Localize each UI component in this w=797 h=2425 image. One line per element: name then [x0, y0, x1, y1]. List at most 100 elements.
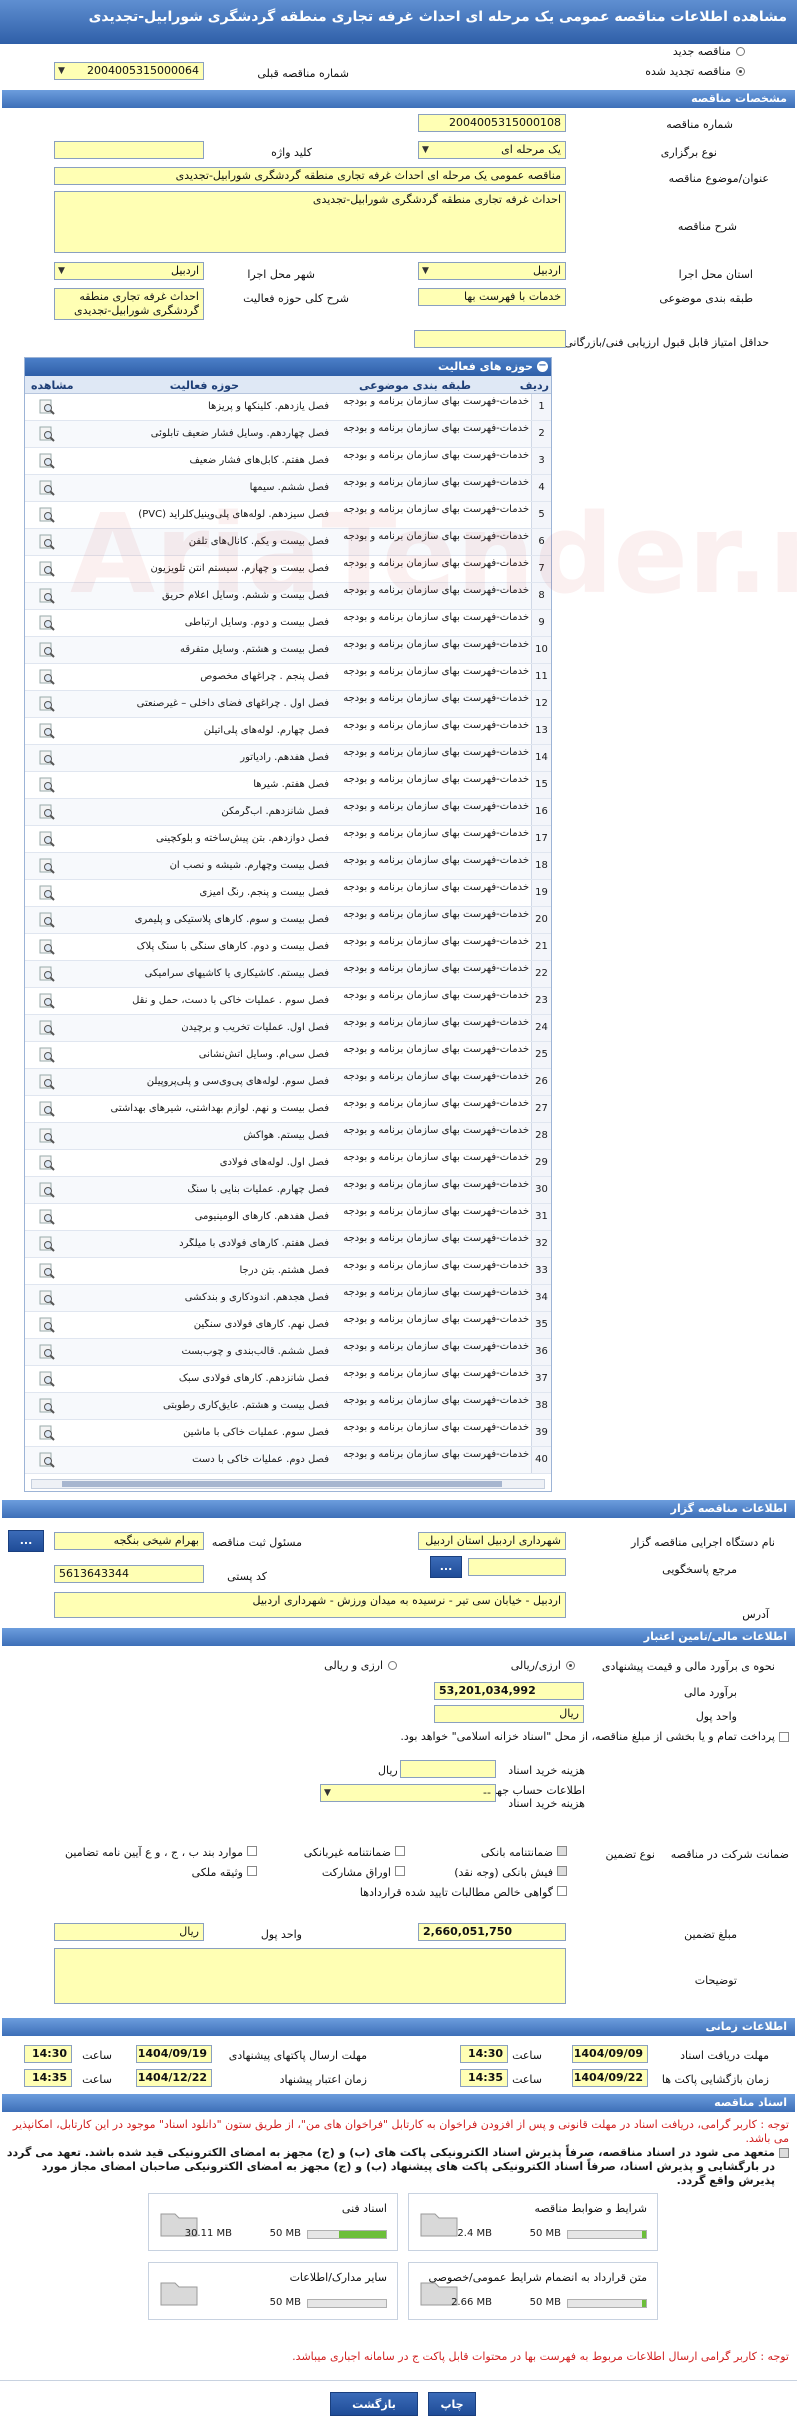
magnifier-icon[interactable]: [39, 885, 55, 901]
category-field[interactable]: خدمات با فهرست بها: [418, 288, 566, 306]
magnifier-icon[interactable]: [39, 1155, 55, 1171]
magnifier-icon[interactable]: [39, 696, 55, 712]
back-button[interactable]: بازگشت: [330, 2392, 418, 2416]
magnifier-icon[interactable]: [39, 1101, 55, 1117]
magnifier-icon[interactable]: [39, 1317, 55, 1333]
desc-field[interactable]: احداث غرفه تجاری منطقه گردشگری شورابیل-ت…: [54, 191, 566, 253]
g-cash-checkbox[interactable]: [557, 1866, 567, 1876]
magnifier-icon[interactable]: [39, 588, 55, 604]
notes-field[interactable]: [54, 1948, 566, 2004]
gamount-field[interactable]: 2,660,051,750: [418, 1923, 566, 1941]
treasury-checkbox[interactable]: [779, 1732, 789, 1742]
address-field[interactable]: اردبیل - خیابان سی تیر - نرسیده به میدان…: [54, 1592, 566, 1618]
g-bank-checkbox[interactable]: [557, 1846, 567, 1856]
magnifier-icon[interactable]: [39, 1344, 55, 1360]
unit-field[interactable]: ریال: [434, 1705, 584, 1723]
magnifier-icon[interactable]: [39, 453, 55, 469]
valid-date[interactable]: 1404/12/22: [136, 2069, 212, 2087]
send-time[interactable]: 14:30: [24, 2045, 72, 2063]
magnifier-icon[interactable]: [39, 1290, 55, 1306]
radio-rial[interactable]: ارزی/ریالی: [485, 1658, 575, 1674]
doc-fee-field[interactable]: [400, 1760, 496, 1778]
horizontal-scrollbar[interactable]: [31, 1479, 545, 1489]
magnifier-icon[interactable]: [39, 1047, 55, 1063]
radio-rial-icon[interactable]: [566, 1661, 575, 1670]
radio-fx[interactable]: ارزی و ریالی: [307, 1658, 397, 1674]
magnifier-icon[interactable]: [39, 426, 55, 442]
ref-more-button[interactable]: ...: [430, 1556, 462, 1578]
folder-icon: [420, 2213, 458, 2237]
magnifier-icon[interactable]: [39, 480, 55, 496]
magnifier-icon[interactable]: [39, 831, 55, 847]
min-score-field[interactable]: [414, 330, 566, 348]
prev-number-select[interactable]: 2004005315000064 ▼: [54, 62, 204, 80]
magnifier-icon[interactable]: [39, 1263, 55, 1279]
radio-new-tender[interactable]: مناقصه جدید: [625, 44, 745, 60]
file-card-technical[interactable]: اسناد فنی 50 MB 30.11 MB: [148, 2193, 398, 2251]
scope-field[interactable]: احداث غرفه تجاری منطقه گردشگری شورابیل-ت…: [54, 288, 204, 320]
collapse-icon[interactable]: −: [537, 361, 548, 372]
magnifier-icon[interactable]: [39, 1371, 55, 1387]
postal-field[interactable]: 5613643344: [54, 1565, 204, 1583]
magnifier-icon[interactable]: [39, 939, 55, 955]
radio-fx-icon[interactable]: [388, 1661, 397, 1670]
org-field[interactable]: شهرداری اردبیل استان اردبیل: [418, 1532, 566, 1550]
g-items-checkbox[interactable]: [247, 1846, 257, 1856]
magnifier-icon[interactable]: [39, 399, 55, 415]
magnifier-icon[interactable]: [39, 1209, 55, 1225]
number-field[interactable]: 2004005315000108: [418, 114, 566, 132]
magnifier-icon[interactable]: [39, 1398, 55, 1414]
file-card-terms[interactable]: شرایط و ضوابط مناقصه 50 MB 2.4 MB: [408, 2193, 658, 2251]
magnifier-icon[interactable]: [39, 1182, 55, 1198]
receive-time[interactable]: 14:30: [460, 2045, 508, 2063]
magnifier-icon[interactable]: [39, 777, 55, 793]
magnifier-icon[interactable]: [39, 561, 55, 577]
magnifier-icon[interactable]: [39, 615, 55, 631]
magnifier-icon[interactable]: [39, 669, 55, 685]
commitment-checkbox[interactable]: [779, 2148, 789, 2158]
scroll-thumb[interactable]: [62, 1481, 502, 1487]
magnifier-icon[interactable]: [39, 993, 55, 1009]
magnifier-icon[interactable]: [39, 750, 55, 766]
file-card-other[interactable]: سایر مدارک/اطلاعات 50 MB: [148, 2262, 398, 2320]
magnifier-icon[interactable]: [39, 1074, 55, 1090]
g-property-checkbox[interactable]: [247, 1866, 257, 1876]
officer-field[interactable]: بهرام شیخی بنگجه: [54, 1532, 204, 1550]
magnifier-icon[interactable]: [39, 1020, 55, 1036]
magnifier-icon[interactable]: [39, 507, 55, 523]
radio-new-icon[interactable]: [736, 47, 745, 56]
file-card-contract[interactable]: متن قرارداد به انضمام شرایط عمومی/خصوصی …: [408, 2262, 658, 2320]
magnifier-icon[interactable]: [39, 966, 55, 982]
amount-field[interactable]: 53,201,034,992: [434, 1682, 584, 1700]
gunit-field[interactable]: ریال: [54, 1923, 204, 1941]
magnifier-icon[interactable]: [39, 1425, 55, 1441]
open-time[interactable]: 14:35: [460, 2069, 508, 2087]
valid-time[interactable]: 14:35: [24, 2069, 72, 2087]
g-nonbank-checkbox[interactable]: [395, 1846, 405, 1856]
magnifier-icon[interactable]: [39, 1236, 55, 1252]
province-select[interactable]: اردبیل ▼: [418, 262, 566, 280]
officer-more-button[interactable]: ...: [8, 1530, 44, 1552]
account-select[interactable]: -- ▼: [320, 1784, 496, 1802]
g-bonds-checkbox[interactable]: [395, 1866, 405, 1876]
keyword-field[interactable]: [54, 141, 204, 159]
magnifier-icon[interactable]: [39, 1452, 55, 1468]
magnifier-icon[interactable]: [39, 1128, 55, 1144]
radio-renewed-icon[interactable]: [736, 67, 745, 76]
receive-date[interactable]: 1404/09/09: [572, 2045, 648, 2063]
type-select[interactable]: یک مرحله ای ▼: [418, 141, 566, 159]
magnifier-icon[interactable]: [39, 804, 55, 820]
magnifier-icon[interactable]: [39, 723, 55, 739]
magnifier-icon[interactable]: [39, 534, 55, 550]
radio-renewed-tender[interactable]: مناقصه تجدید شده: [625, 64, 745, 80]
city-select[interactable]: اردبیل ▼: [54, 262, 204, 280]
print-button[interactable]: چاپ: [428, 2392, 476, 2416]
magnifier-icon[interactable]: [39, 858, 55, 874]
send-date[interactable]: 1404/09/19: [136, 2045, 212, 2063]
magnifier-icon[interactable]: [39, 642, 55, 658]
open-date[interactable]: 1404/09/22: [572, 2069, 648, 2087]
ref-field[interactable]: [468, 1558, 566, 1576]
g-claims-checkbox[interactable]: [557, 1886, 567, 1896]
subject-field[interactable]: مناقصه عمومی یک مرحله ای احداث غرفه تجار…: [54, 167, 566, 185]
magnifier-icon[interactable]: [39, 912, 55, 928]
